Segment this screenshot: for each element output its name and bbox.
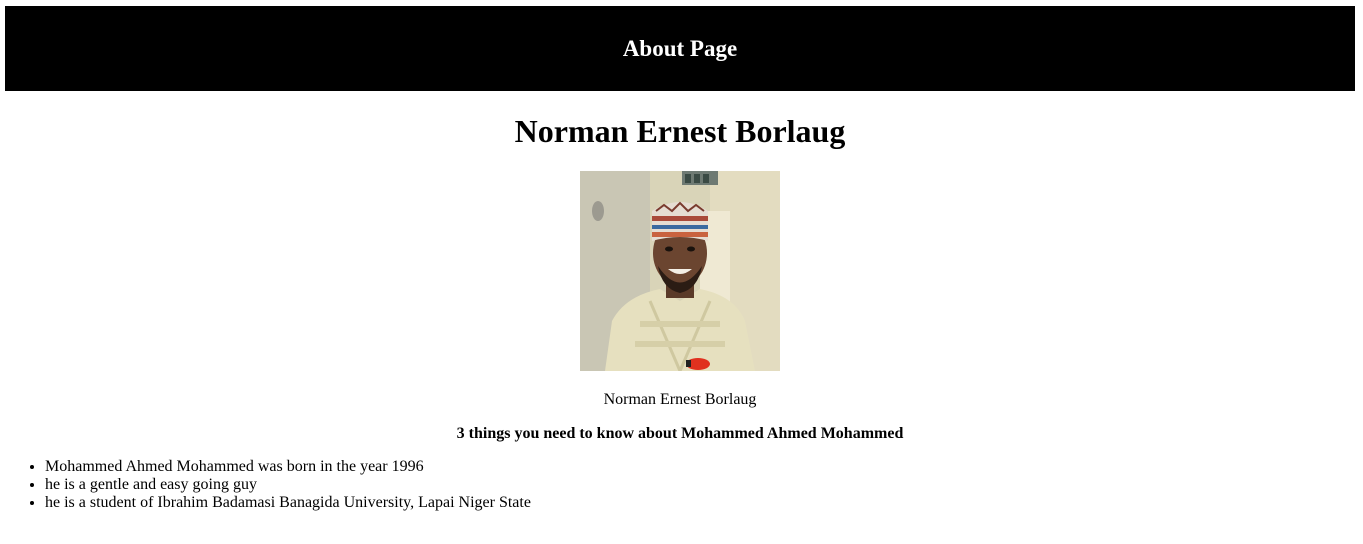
photo-caption: Norman Ernest Borlaug [603,391,757,408]
list-item: Mohammed Ahmed Mohammed was born in the … [45,458,531,476]
page-header: About Page [5,6,1355,91]
profile-photo-illustration [580,171,780,371]
profile-name-heading: Norman Ernest Borlaug [514,113,846,149]
facts-list: Mohammed Ahmed Mohammed was born in the … [5,458,531,512]
header-title: About Page [622,35,738,61]
profile-photo [580,171,780,371]
list-item: he is a gentle and easy going guy [45,476,531,494]
list-item: he is a student of Ibrahim Badamasi Bana… [45,494,531,512]
about-page: About Page Norman Ernest Borlaug Norman … [0,0,1363,544]
facts-heading: 3 things you need to know about Mohammed… [456,425,904,442]
